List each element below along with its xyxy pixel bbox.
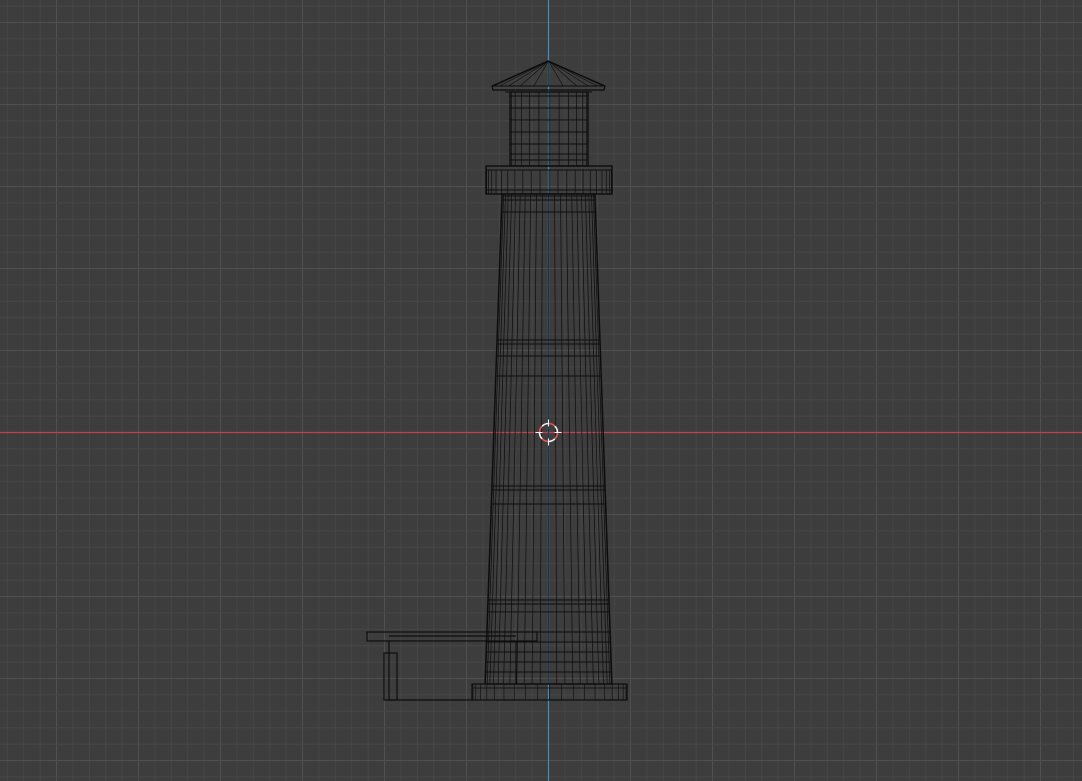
viewport-canvas[interactable] — [0, 0, 1082, 781]
lantern-room — [509, 91, 589, 167]
world-axes — [0, 0, 1082, 781]
gallery-balcony — [485, 165, 613, 195]
viewport-grid — [0, 0, 1082, 781]
lighthouse-mesh[interactable] — [471, 60, 628, 701]
tower-base — [471, 683, 628, 701]
3d-viewport[interactable] — [0, 0, 1082, 781]
